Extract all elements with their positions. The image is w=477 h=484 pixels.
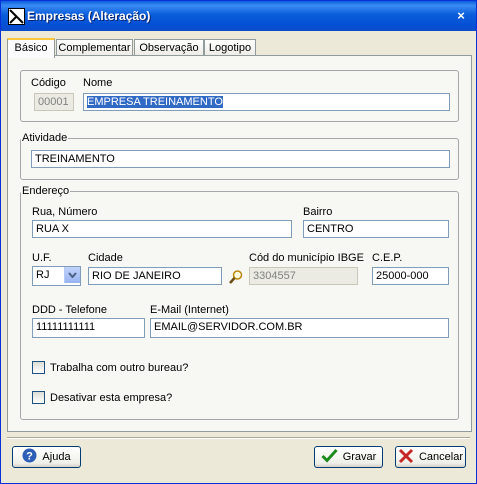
rua-label: Rua, Número — [32, 206, 98, 218]
help-button[interactable]: ? Ajuda — [12, 446, 81, 468]
cross-icon — [398, 448, 414, 467]
save-button[interactable]: Gravar — [314, 446, 383, 468]
close-icon[interactable]: × — [454, 9, 468, 23]
cancel-button-label: Cancelar — [418, 451, 464, 463]
email-field[interactable]: EMAIL@SERVIDOR.COM.BR — [150, 318, 449, 338]
cidade-label: Cidade — [88, 252, 123, 264]
search-icon[interactable] — [228, 269, 244, 285]
email-label: E-Mail (Internet) — [150, 304, 229, 316]
cep-field[interactable]: 25000-000 — [372, 267, 449, 285]
telefone-label: DDD - Telefone — [32, 304, 107, 316]
save-button-label: Gravar — [342, 451, 377, 463]
bureau-checkbox-label: Trabalha com outro bureau? — [50, 361, 189, 374]
window-title: Empresas (Alteração) — [27, 9, 151, 23]
rua-field[interactable]: RUA X — [32, 220, 292, 238]
bairro-label: Bairro — [303, 206, 333, 218]
desativar-checkbox-box[interactable] — [32, 391, 45, 404]
help-icon: ? — [22, 448, 37, 466]
tab-observacao[interactable]: Observação — [134, 39, 204, 56]
cep-label: C.E.P. — [372, 252, 403, 264]
atividade-field[interactable]: TREINAMENTO — [31, 150, 450, 168]
check-icon — [321, 448, 338, 466]
ibge-label: Cód do município IBGE — [249, 252, 364, 264]
endereco-group: Endereço Rua, Número RUA X Bairro CENTRO… — [20, 185, 459, 420]
tab-panel-basico: Código 00001 Nome EMPRESA TREINAMENTO At… — [7, 55, 472, 432]
codigo-field: 00001 — [34, 93, 74, 111]
tab-basico[interactable]: Básico — [7, 38, 55, 58]
dialog-window: Empresas (Alteração) × Básico Complement… — [0, 0, 477, 484]
chevron-down-icon[interactable] — [64, 267, 80, 283]
endereco-title: Endereço — [21, 185, 71, 197]
ibge-field: 3304557 — [249, 267, 358, 285]
help-button-label: Ajuda — [42, 451, 71, 463]
title-bar[interactable]: Empresas (Alteração) × — [1, 1, 476, 31]
footer-divider — [7, 437, 470, 439]
svg-text:?: ? — [27, 451, 34, 463]
desativar-checkbox-label: Desativar esta empresa? — [50, 391, 173, 404]
nome-value: EMPRESA TREINAMENTO — [87, 96, 223, 108]
identification-group: Código 00001 Nome EMPRESA TREINAMENTO — [20, 70, 459, 122]
atividade-group: Atividade TREINAMENTO — [20, 132, 459, 180]
nome-label: Nome — [83, 77, 113, 89]
bureau-checkbox-box[interactable] — [32, 361, 45, 374]
tab-logotipo[interactable]: Logotipo — [204, 39, 256, 56]
app-icon — [8, 8, 25, 25]
desativar-checkbox[interactable]: Desativar esta empresa? — [32, 391, 172, 404]
bairro-field[interactable]: CENTRO — [303, 220, 449, 238]
nome-field[interactable]: EMPRESA TREINAMENTO — [83, 93, 450, 111]
uf-select[interactable]: RJ — [32, 266, 81, 286]
cancel-button[interactable]: Cancelar — [395, 446, 466, 468]
bureau-checkbox[interactable]: Trabalha com outro bureau? — [32, 361, 188, 374]
uf-label: U.F. — [32, 252, 52, 264]
cidade-field[interactable]: RIO DE JANEIRO — [88, 267, 222, 285]
codigo-label: Código — [31, 77, 66, 89]
atividade-title: Atividade — [21, 132, 69, 144]
tab-complementar[interactable]: Complementar — [56, 39, 133, 56]
uf-value: RJ — [36, 269, 50, 281]
telefone-field[interactable]: 11111111111 — [32, 318, 145, 338]
